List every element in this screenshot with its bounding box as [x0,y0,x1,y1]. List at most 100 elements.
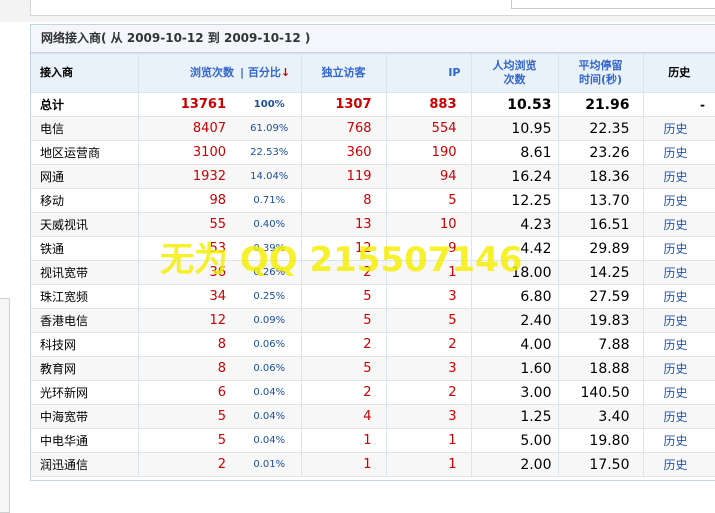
percentage: 0.40% [238,212,302,237]
history-link[interactable]: 历史 [642,404,715,429]
avg-views: 16.24 [470,164,559,189]
history-link[interactable]: 历史 [642,116,715,141]
table-row: 地区运营商 3100 22.53% 360 190 8.61 23.26 历史 [31,140,715,165]
unique-visitors: 4 [300,404,387,429]
table-row: 润迅通信 2 0.01% 1 1 2.00 17.50 历史 [31,452,715,477]
ip-count: 9 [385,236,472,261]
unique-visitors: 768 [300,116,387,141]
pageviews: 5 [137,404,238,429]
left-panel-edge [0,298,10,513]
col-unique-visitors-header[interactable]: 独立访客 [300,53,387,93]
history-link[interactable]: 历史 [642,308,715,333]
ip-count: 1 [385,452,472,477]
ip-count: 2 [385,332,472,357]
col-ip-header[interactable]: IP [385,53,472,93]
percentage-label: | 百分比 [240,66,281,79]
avg-views: 1.25 [470,404,559,429]
top-panel-edge [30,0,715,16]
avg-stay-line2: 时间(秒) [578,73,623,86]
pageviews: 8 [137,356,238,381]
col-avg-views-header[interactable]: 人均浏览 次数 [470,53,559,93]
history-link[interactable]: 历史 [642,428,715,453]
history-link[interactable]: 历史 [642,284,715,309]
avg-views: 12.25 [470,188,559,213]
table-row: 香港电信 12 0.09% 5 5 2.40 19.83 历史 [31,308,715,333]
isp-name: 移动 [31,188,139,213]
unique-visitors: 8 [300,188,387,213]
avg-stay: 3.40 [557,404,644,429]
panel-title: 网络接入商( 从 2009-10-12 到 2009-10-12 ) [31,25,715,53]
avg-stay: 23.26 [557,140,644,165]
pageviews: 12 [137,308,238,333]
avg-views: 18.00 [470,260,559,285]
table-row: 视讯宽带 36 0.26% 2 1 18.00 14.25 历史 [31,260,715,285]
unique-visitors: 2 [300,332,387,357]
col-percentage-header[interactable]: | 百分比↓ [238,53,302,93]
percentage: 0.01% [238,452,302,477]
avg-views-line2: 次数 [503,73,526,86]
unique-visitors: 5 [300,284,387,309]
pageviews: 3100 [137,140,238,165]
unique-visitors: 119 [300,164,387,189]
history-link[interactable]: 历史 [642,188,715,213]
ip-count: 2 [385,380,472,405]
avg-stay: 18.36 [557,164,644,189]
unique-visitors: 360 [300,140,387,165]
col-isp-header: 接入商 [31,53,139,93]
table-row: 网通 1932 14.04% 119 94 16.24 18.36 历史 [31,164,715,189]
avg-stay: 27.59 [557,284,644,309]
table-row: 移动 98 0.71% 8 5 12.25 13.70 历史 [31,188,715,213]
ip-count: 1 [385,428,472,453]
percentage: 0.71% [238,188,302,213]
avg-views: 4.42 [470,236,559,261]
pageviews: 55 [137,212,238,237]
percentage: 0.06% [238,332,302,357]
ip-count: 190 [385,140,472,165]
isp-name: 教育网 [31,356,139,381]
col-avg-stay-header[interactable]: 平均停留 时间(秒) [557,53,644,93]
ip-count: 3 [385,284,472,309]
total-avg-views: 10.53 [470,92,559,117]
ip-count: 3 [385,356,472,381]
isp-name: 科技网 [31,332,139,357]
isp-name: 电信 [31,116,139,141]
ip-count: 5 [385,308,472,333]
total-avg-stay: 21.96 [557,92,644,117]
unique-visitors: 12 [300,236,387,261]
unique-visitors: 1 [300,428,387,453]
table-row: 天威视讯 55 0.40% 13 10 4.23 16.51 历史 [31,212,715,237]
table-row: 教育网 8 0.06% 5 3 1.60 18.88 历史 [31,356,715,381]
history-link[interactable]: 历史 [642,380,715,405]
table-row: 铁通 53 0.39% 12 9 4.42 29.89 历史 [31,236,715,261]
panel-title-label: 网络接入商 [41,31,102,45]
avg-stay: 14.25 [557,260,644,285]
history-link[interactable]: 历史 [642,164,715,189]
top-panel-inner-box [511,0,715,9]
history-link[interactable]: 历史 [642,212,715,237]
history-link[interactable]: 历史 [642,356,715,381]
isp-report-panel: 网络接入商( 从 2009-10-12 到 2009-10-12 ) 接入商 浏… [30,24,715,481]
history-link[interactable]: 历史 [642,452,715,477]
avg-stay: 29.89 [557,236,644,261]
unique-visitors: 5 [300,356,387,381]
history-link[interactable]: 历史 [642,260,715,285]
history-link[interactable]: 历史 [642,332,715,357]
table-row: 中海宽带 5 0.04% 4 3 1.25 3.40 历史 [31,404,715,429]
history-link[interactable]: 历史 [642,140,715,165]
ip-count: 5 [385,188,472,213]
isp-name: 网通 [31,164,139,189]
percentage: 61.09% [238,116,302,141]
table-row: 光环新网 6 0.04% 2 2 3.00 140.50 历史 [31,380,715,405]
isp-name: 光环新网 [31,380,139,405]
pageviews: 98 [137,188,238,213]
ip-count: 554 [385,116,472,141]
col-pageviews-header[interactable]: 浏览次数 [137,53,238,93]
avg-views: 3.00 [470,380,559,405]
history-link[interactable]: 历史 [642,236,715,261]
avg-stay: 140.50 [557,380,644,405]
total-history: - [642,92,715,117]
table-row: 中电华通 5 0.04% 1 1 5.00 19.80 历史 [31,428,715,453]
pageviews: 36 [137,260,238,285]
unique-visitors: 2 [300,380,387,405]
avg-stay: 16.51 [557,212,644,237]
